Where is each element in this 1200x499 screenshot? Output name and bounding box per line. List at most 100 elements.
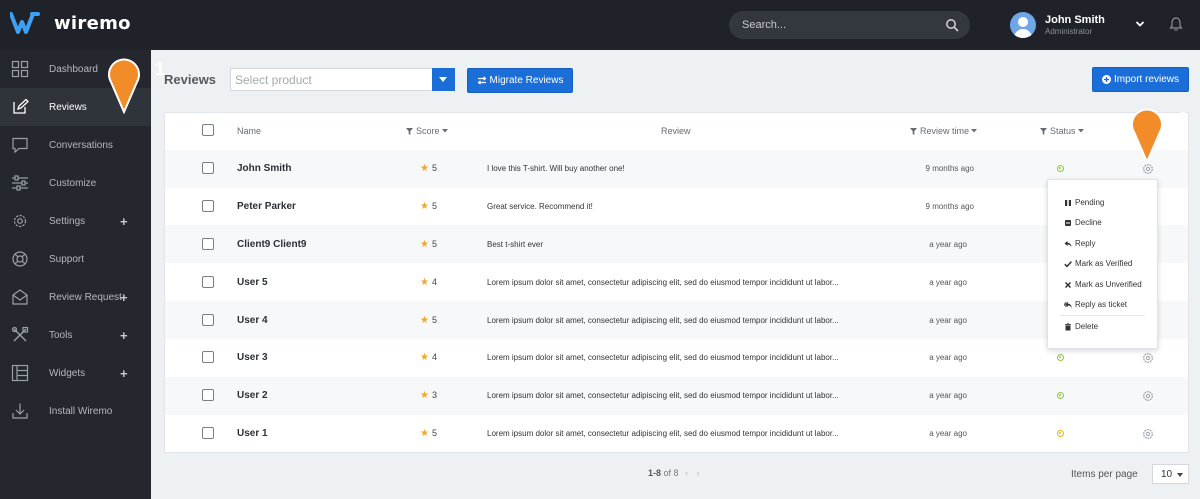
gear-icon[interactable] — [1142, 163, 1154, 175]
column-header-status[interactable]: Status — [1040, 126, 1084, 136]
expand-icon[interactable]: + — [120, 328, 128, 343]
menu-item-label: Mark as Verified — [1075, 259, 1133, 268]
review-text[interactable]: Lorem ipsum dolor sit amet, consectetur … — [487, 429, 839, 438]
select-all-checkbox[interactable] — [202, 124, 214, 136]
sidebar-item-install-wiremo[interactable]: Install Wiremo — [0, 392, 151, 430]
gear-icon[interactable] — [1142, 352, 1154, 364]
menu-item-decline[interactable]: Decline — [1064, 218, 1102, 227]
product-select[interactable]: Select product — [230, 68, 455, 91]
import-reviews-button[interactable]: Import reviews — [1092, 67, 1189, 92]
gear-icon — [13, 214, 27, 228]
expand-icon[interactable]: + — [120, 366, 128, 381]
sidebar-item-settings[interactable]: Settings + — [0, 202, 151, 240]
star-icon: ★ — [420, 277, 429, 288]
score-value: 5 — [431, 201, 437, 211]
row-checkbox[interactable] — [202, 427, 214, 439]
sidebar-item-tools[interactable]: Tools + — [0, 316, 151, 354]
items-per-page-select[interactable]: 10 — [1152, 464, 1189, 484]
gear-icon[interactable] — [1142, 428, 1154, 440]
score-cell: ★ 4 — [420, 277, 437, 288]
reviewer-name: User 2 — [237, 390, 268, 401]
sidebar-item-conversations[interactable]: Conversations — [0, 126, 151, 164]
menu-item-pending[interactable]: Pending — [1064, 198, 1104, 207]
review-time: a year ago — [929, 429, 967, 438]
score-value: 5 — [431, 315, 437, 325]
search-box — [729, 11, 970, 39]
menu-item-reply-as-ticket[interactable]: Reply as ticket — [1064, 300, 1127, 309]
sidebar-item-label: Settings — [49, 215, 86, 227]
score-cell: ★ 5 — [420, 428, 437, 439]
pagination-total: of 8 — [663, 468, 679, 478]
star-icon: ★ — [420, 315, 429, 326]
menu-item-reply[interactable]: Reply — [1064, 239, 1095, 248]
caret-down-icon[interactable] — [441, 129, 448, 133]
filter-icon[interactable] — [910, 127, 917, 135]
score-cell: ★ 5 — [420, 163, 437, 174]
sidebar-item-support[interactable]: Support — [0, 240, 151, 278]
chevron-down-icon[interactable] — [432, 68, 455, 91]
row-checkbox[interactable] — [202, 238, 214, 250]
sidebar-item-review-request[interactable]: Review Request + — [0, 278, 151, 316]
tools-icon — [11, 326, 29, 342]
column-header-review-time[interactable]: Review time — [910, 126, 978, 136]
review-text[interactable]: Lorem ipsum dolor sit amet, consectetur … — [487, 353, 839, 362]
row-checkbox[interactable] — [202, 389, 214, 401]
filter-icon[interactable] — [1040, 127, 1047, 135]
download-icon — [12, 403, 28, 419]
bell-icon[interactable] — [1169, 16, 1183, 32]
chevron-down-icon[interactable] — [1135, 19, 1145, 29]
user-menu[interactable]: John Smith Administrator — [1010, 12, 1105, 38]
migrate-reviews-button[interactable]: Migrate Reviews — [467, 68, 573, 93]
user-role: Administrator — [1045, 27, 1093, 36]
sidebar-item-widgets[interactable]: Widgets + — [0, 354, 151, 392]
top-bar: wiremo John Smith Administrator — [0, 0, 1200, 50]
sliders-icon — [12, 175, 28, 191]
reviewer-name: Peter Parker — [237, 201, 296, 212]
menu-item-mark-unverified[interactable]: Mark as Unverified — [1064, 280, 1142, 289]
review-text[interactable]: Lorem ipsum dolor sit amet, consectetur … — [487, 391, 839, 400]
filter-icon[interactable] — [406, 127, 413, 135]
prev-page-icon[interactable]: ‹ — [685, 468, 688, 478]
review-text[interactable]: Lorem ipsum dolor sit amet, consectetur … — [487, 278, 839, 287]
lifebuoy-icon — [12, 251, 28, 267]
menu-item-delete[interactable]: Delete — [1064, 322, 1098, 331]
menu-item-mark-verified[interactable]: Mark as Verified — [1064, 259, 1132, 268]
row-checkbox[interactable] — [202, 314, 214, 326]
review-text[interactable]: Great service. Recommend it! — [487, 202, 593, 211]
menu-item-label: Reply — [1075, 239, 1096, 248]
review-text[interactable]: I love this T-shirt. Will buy another on… — [487, 164, 625, 173]
row-checkbox[interactable] — [202, 200, 214, 212]
expand-icon[interactable]: + — [120, 290, 128, 305]
logo[interactable]: wiremo — [10, 12, 131, 34]
avatar[interactable] — [1010, 12, 1036, 38]
trash-icon — [1065, 322, 1071, 330]
score-cell: ★ 5 — [420, 201, 437, 212]
search-icon[interactable] — [945, 18, 959, 32]
product-select-placeholder: Select product — [235, 73, 312, 87]
column-header-score[interactable]: Score — [406, 126, 448, 136]
star-icon: ★ — [420, 352, 429, 363]
column-header-name[interactable]: Name — [237, 126, 261, 136]
status-icon — [1057, 165, 1064, 172]
review-text[interactable]: Best t-shirt ever — [487, 240, 543, 249]
expand-icon[interactable]: + — [120, 214, 128, 229]
row-checkbox[interactable] — [202, 276, 214, 288]
sidebar-item-customize[interactable]: Customize — [0, 164, 151, 202]
next-page-icon[interactable]: › — [697, 468, 700, 478]
gear-icon[interactable] — [1142, 390, 1154, 402]
review-text[interactable]: Lorem ipsum dolor sit amet, consectetur … — [487, 316, 839, 325]
row-checkbox[interactable] — [202, 351, 214, 363]
search-input[interactable] — [742, 11, 932, 39]
row-checkbox[interactable] — [202, 162, 214, 174]
column-header-score-label: Score — [416, 126, 440, 136]
table-row[interactable] — [165, 150, 1188, 188]
caret-down-icon[interactable] — [971, 129, 978, 133]
table-row[interactable] — [165, 188, 1188, 226]
caret-down-icon[interactable] — [1077, 129, 1084, 133]
menu-divider — [1060, 315, 1145, 316]
dashboard-icon — [11, 60, 29, 78]
table-row[interactable] — [165, 225, 1188, 263]
reviewer-name: User 4 — [237, 315, 268, 326]
caret-down-icon[interactable] — [1177, 473, 1183, 477]
reviewer-name: User 5 — [237, 277, 268, 288]
